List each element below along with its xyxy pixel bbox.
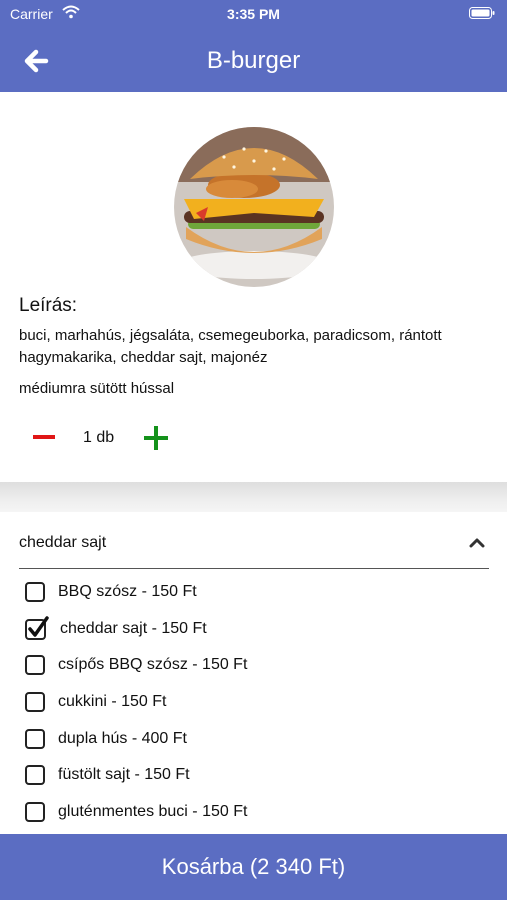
checkbox[interactable] (25, 729, 45, 749)
chevron-up-icon (469, 538, 485, 548)
description-label: Leírás: (19, 295, 78, 316)
checkbox[interactable] (25, 655, 45, 675)
checkbox[interactable] (25, 802, 45, 822)
extra-option-gluten-free-bun[interactable]: gluténmentes buci - 150 Ft (25, 798, 465, 826)
extra-option-spicy-bbq[interactable]: csípős BBQ szósz - 150 Ft (25, 651, 465, 679)
extra-option-double-meat[interactable]: dupla hús - 400 Ft (25, 725, 465, 753)
decrease-quantity-button[interactable] (31, 426, 57, 448)
extra-option-bbq-sauce[interactable]: BBQ szósz - 150 Ft (25, 578, 465, 606)
extras-dropdown-header[interactable]: cheddar sajt (19, 532, 489, 569)
extra-option-zucchini[interactable]: cukkini - 150 Ft (25, 688, 465, 716)
quantity-value: 1 db (83, 429, 115, 446)
status-bar: Carrier 3:35 PM (0, 0, 507, 28)
extras-section: cheddar sajt BBQ szósz - 150 Ft cheddar … (0, 512, 507, 832)
option-label: BBQ szósz - 150 Ft (58, 583, 197, 600)
option-label: dupla hús - 400 Ft (58, 730, 187, 747)
checked-checkbox-icon[interactable] (25, 616, 49, 640)
add-to-cart-button[interactable]: Kosárba (2 340 Ft) (0, 834, 507, 900)
description-text: buci, marhahús, jégsaláta, csemegeuborka… (19, 327, 442, 366)
option-label: csípős BBQ szósz - 150 Ft (58, 656, 248, 673)
status-time: 3:35 PM (227, 6, 280, 22)
preparation-note: médiumra sütött hússal (19, 380, 175, 397)
extra-option-cheddar[interactable]: cheddar sajt - 150 Ft (25, 615, 465, 643)
page-title: B-burger (206, 47, 301, 74)
checkbox[interactable] (25, 582, 45, 602)
option-label: füstölt sajt - 150 Ft (58, 766, 190, 783)
checkbox[interactable] (25, 765, 45, 785)
option-label: cheddar sajt - 150 Ft (60, 620, 207, 637)
burger-photo (174, 127, 334, 287)
option-label: gluténmentes buci - 150 Ft (58, 803, 248, 820)
battery-icon (469, 7, 495, 19)
checkbox[interactable] (25, 692, 45, 712)
increase-quantity-button[interactable] (143, 425, 169, 451)
extras-selected-summary: cheddar sajt (19, 534, 107, 551)
section-divider (0, 482, 507, 512)
option-label: cukkini - 150 Ft (58, 693, 167, 710)
extra-option-smoked-cheese[interactable]: füstölt sajt - 150 Ft (25, 761, 465, 789)
app-header: Carrier 3:35 PM B-burger (0, 0, 507, 92)
